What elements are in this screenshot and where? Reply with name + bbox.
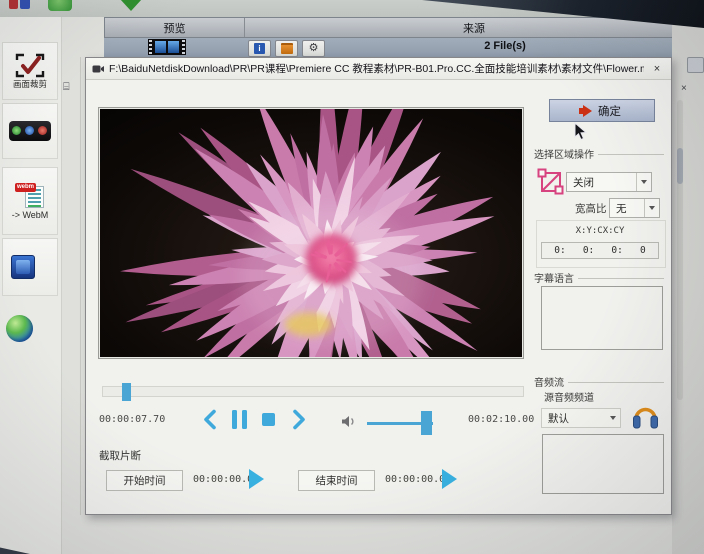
next-button[interactable] <box>292 409 307 430</box>
start-time-label: 开始时间 <box>124 473 166 488</box>
background-cam-icon: ⌸ <box>63 82 70 93</box>
sidebar-item-crop[interactable]: 画面裁剪 <box>2 42 58 100</box>
video-thumbnail-icon <box>148 39 186 55</box>
toolbar-icon-red-blue[interactable] <box>9 0 31 10</box>
subtitle-list-box[interactable] <box>541 286 663 350</box>
settings-button[interactable]: ⚙ <box>302 40 325 57</box>
sidebar-item-globe[interactable] <box>2 299 58 357</box>
region-mode-select[interactable]: 关闭 <box>566 172 652 192</box>
crop-region-icon[interactable] <box>537 168 564 195</box>
background-close-icon[interactable]: × <box>681 84 687 94</box>
sidebar-item-app[interactable] <box>2 238 58 296</box>
subtitle-group-header: 字幕语言 <box>534 270 664 285</box>
blue-app-icon <box>11 255 35 279</box>
sidebar-item-camera[interactable] <box>2 103 58 159</box>
camera-icon <box>9 121 51 141</box>
chevron-down-icon <box>636 173 651 191</box>
info-icon: i <box>254 43 265 54</box>
audio-group-header: 音频流 <box>534 374 664 389</box>
audio-channel-value: 默认 <box>542 411 606 426</box>
video-preview[interactable] <box>98 107 524 359</box>
sidebar-webm-label: -> WebM <box>12 211 49 220</box>
red-shape <box>9 0 18 9</box>
volume-slider[interactable] <box>367 422 433 425</box>
subtitle-group-title: 字幕语言 <box>534 270 574 285</box>
screen: 预览 来源 i ⚙ 2 File(s) 视 画面裁剪 <box>0 0 704 554</box>
end-time-button[interactable]: 结束时间 <box>298 470 375 491</box>
player-dialog: F:\BaiduNetdiskDownload\PR\PR课程\Premiere… <box>85 57 672 515</box>
blue-shape <box>20 0 30 9</box>
crop-check-icon <box>15 53 45 78</box>
mouse-cursor <box>574 122 587 141</box>
toolbar-icon-green[interactable] <box>48 0 72 11</box>
toolbar-icon-green-arrow[interactable] <box>120 0 142 11</box>
current-time: 00:00:07.70 <box>99 414 165 425</box>
pause-bar <box>242 410 247 429</box>
set-end-button[interactable] <box>442 469 457 489</box>
file-list-row[interactable]: i ⚙ 2 File(s) <box>104 38 704 58</box>
audio-list-box[interactable] <box>542 434 664 494</box>
region-mode-value: 关闭 <box>567 175 636 190</box>
region-group-title: 选择区域操作 <box>534 146 594 161</box>
folder-icon <box>281 43 293 54</box>
stop-button[interactable] <box>262 413 275 426</box>
info-button[interactable]: i <box>248 40 271 57</box>
column-headers: 预览 来源 <box>104 17 704 38</box>
folder-button[interactable] <box>275 40 298 57</box>
audio-channel-select[interactable]: 默认 <box>541 408 621 428</box>
end-time-label: 结束时间 <box>316 473 358 488</box>
background-scrollbar-thumb[interactable] <box>677 148 683 184</box>
dialog-title-cam-icon <box>92 63 104 75</box>
aspect-ratio-value: 无 <box>610 201 644 216</box>
source-header-label: 来源 <box>463 20 485 36</box>
aspect-ratio-label: 宽高比 <box>575 201 607 216</box>
sidebar-item-webm[interactable]: webm -> WebM <box>2 167 58 235</box>
timeline-handle[interactable] <box>122 383 131 401</box>
audio-group-title: 音频流 <box>534 374 564 389</box>
globe-icon <box>6 315 33 342</box>
gear-icon: ⚙ <box>309 43 319 54</box>
total-time: 00:02:10.00 <box>468 414 534 425</box>
volume-handle[interactable] <box>421 411 432 435</box>
background-window-edge <box>80 57 81 515</box>
dialog-titlebar[interactable]: F:\BaiduNetdiskDownload\PR\PR课程\Premiere… <box>86 58 671 80</box>
ok-arrow-icon <box>583 105 592 117</box>
start-time-button[interactable]: 开始时间 <box>106 470 183 491</box>
dialog-title: F:\BaiduNetdiskDownload\PR\PR课程\Premiere… <box>109 61 644 76</box>
region-group-header: 选择区域操作 <box>534 146 664 161</box>
background-button[interactable] <box>687 57 704 73</box>
previous-button[interactable] <box>202 409 217 430</box>
aspect-ratio-select[interactable]: 无 <box>609 198 660 218</box>
column-header-preview[interactable]: 预览 <box>105 18 244 37</box>
pause-button[interactable] <box>232 410 247 429</box>
background-scrollbar[interactable] <box>677 100 683 400</box>
chevron-down-icon <box>606 409 620 427</box>
ok-button[interactable]: 确定 <box>549 99 655 122</box>
flower-video-frame <box>100 109 522 357</box>
audio-channel-label: 源音频频道 <box>544 389 594 404</box>
speaker-icon[interactable] <box>341 415 357 428</box>
sidebar-crop-label: 画面裁剪 <box>13 80 47 89</box>
coords-label: X:Y:CX:CY <box>536 226 664 236</box>
set-start-button[interactable] <box>249 469 264 489</box>
file-count: 2 File(s) <box>430 40 580 52</box>
ok-label: 确定 <box>598 103 621 119</box>
preview-header-label: 预览 <box>164 20 186 36</box>
clip-section-label: 截取片断 <box>99 448 141 463</box>
stop-icon <box>262 413 275 426</box>
headphones-icon <box>632 401 659 431</box>
webm-icon: webm <box>15 183 45 209</box>
chevron-down-icon <box>644 199 659 217</box>
dialog-close-icon[interactable]: × <box>649 63 665 75</box>
coords-value: 0: 0: 0: 0 <box>541 242 659 259</box>
sidebar: 画面裁剪 webm -> WebM <box>0 17 62 554</box>
pause-bar <box>232 410 237 429</box>
timeline-track[interactable] <box>102 386 524 397</box>
